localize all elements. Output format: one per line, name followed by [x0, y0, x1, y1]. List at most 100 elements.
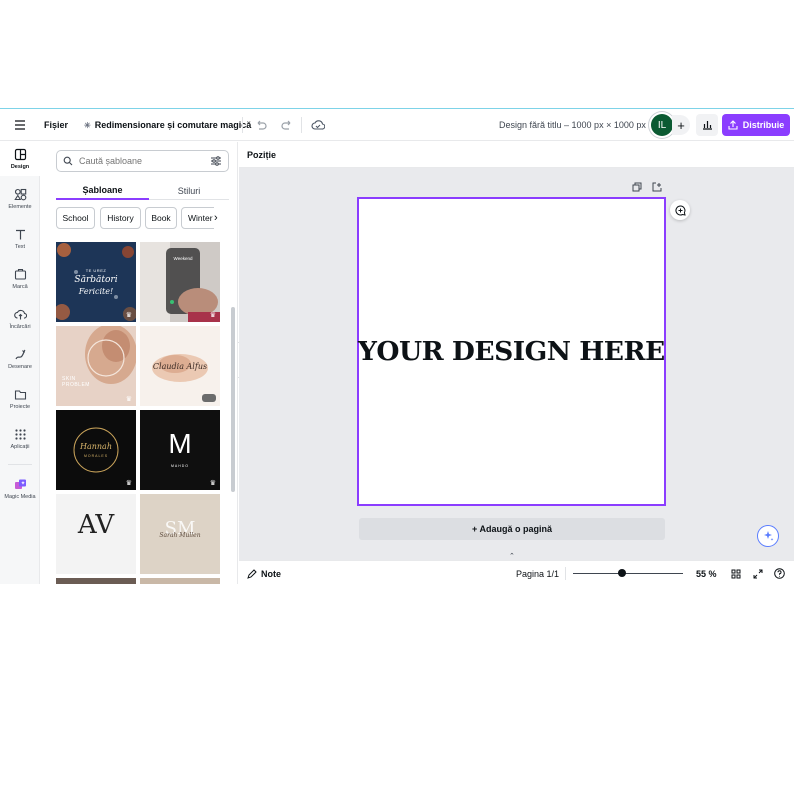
canvas-workspace: Poziție YOUR DESIGN HERE + Adaugă o pagi… [239, 142, 794, 584]
chevron-right-icon[interactable]: › [214, 207, 226, 229]
divider [242, 117, 243, 133]
zoom-level[interactable]: 55 % [696, 561, 717, 584]
search-input[interactable] [79, 156, 199, 166]
share-label: Distribuie [742, 120, 785, 130]
template-thumbnail[interactable]: SKIN PROBLEM ♛ [56, 326, 136, 406]
notes-label: Note [261, 568, 281, 579]
crown-icon: ♛ [125, 312, 132, 319]
add-page-button[interactable]: + Adaugă o pagină [359, 518, 665, 540]
template-thumbnail[interactable]: Hannah MORALES ♛ [56, 410, 136, 490]
filter-icon[interactable] [210, 155, 222, 167]
template-image [56, 578, 136, 584]
help-icon[interactable] [774, 561, 785, 584]
chip-book[interactable]: Book [145, 207, 177, 229]
crown-icon: ♛ [125, 396, 132, 403]
magic-resize-label: Redimensionare și comutare magică [94, 120, 252, 130]
rail-label: Marcă [12, 284, 28, 290]
rail-item-design[interactable]: Design [0, 142, 40, 176]
design-headline[interactable]: YOUR DESIGN HERE [358, 337, 665, 367]
template-thumbnail[interactable]: Weekend ♛ [140, 242, 220, 322]
templates-panel: Șabloane Stiluri School History Book Win… [40, 142, 238, 584]
template-thumbnail[interactable] [56, 578, 136, 584]
notes-button[interactable]: Note [247, 561, 281, 584]
template-text: Claudia Alfus [152, 362, 208, 371]
rail-label: Elemente [8, 204, 32, 210]
grid-view-icon[interactable] [731, 561, 741, 584]
tab-styles[interactable]: Stiluri [149, 182, 229, 200]
template-thumbnail[interactable]: M MAHDO ♛ [140, 410, 220, 490]
left-rail: Design Elemente Text Marcă Încărcări Des… [0, 142, 40, 584]
file-menu-button[interactable]: Fișier [44, 109, 68, 141]
sparkle-icon: ✳ [84, 120, 91, 130]
magic-media-icon [14, 479, 26, 489]
panel-scrollbar[interactable] [231, 307, 235, 492]
upload-icon [728, 120, 738, 130]
template-text: MAHDO [170, 464, 190, 468]
template-thumbnail[interactable]: Claudia Alfus [140, 326, 220, 406]
zoom-slider[interactable] [573, 573, 683, 574]
rail-item-apps[interactable]: Aplicații [0, 422, 40, 456]
template-text: AV [77, 510, 115, 540]
template-thumbnail[interactable]: SM Sarah Mullen [140, 494, 220, 574]
add-page-icon[interactable] [652, 182, 662, 195]
document-title[interactable]: Design fără titlu – 1000 px × 1000 px [499, 109, 646, 141]
template-text: Sarah Mullen [159, 532, 201, 539]
rail-item-text[interactable]: Text [0, 222, 40, 256]
rail-label: Aplicații [10, 444, 30, 450]
bottom-bar: Note Pagina 1/1 55 % [239, 560, 794, 584]
template-thumbnail[interactable]: AV [56, 494, 136, 574]
chip-school[interactable]: School [56, 207, 95, 229]
undo-icon[interactable] [254, 109, 268, 141]
menu-icon[interactable] [12, 109, 28, 141]
search-icon [63, 156, 73, 166]
rail-item-brand[interactable]: Marcă [0, 262, 40, 296]
share-button[interactable]: Distribuie [722, 114, 790, 136]
rail-label: Desenare [8, 364, 32, 370]
design-canvas[interactable]: YOUR DESIGN HERE [357, 197, 666, 506]
comment-icon[interactable] [670, 200, 690, 220]
template-text: Sărbători [74, 275, 118, 285]
elements-icon [13, 188, 26, 201]
cloud-icon[interactable] [310, 109, 326, 141]
zoom-slider-handle[interactable] [618, 569, 626, 577]
rail-item-uploads[interactable]: Încărcări [0, 302, 40, 336]
template-thumbnail[interactable] [140, 578, 220, 584]
rail-item-draw[interactable]: Desenare [0, 342, 40, 376]
chevron-up-icon[interactable]: ⌃ [509, 552, 515, 560]
crown-icon: ♛ [209, 312, 216, 319]
avatar[interactable]: IL [651, 114, 673, 136]
tab-templates[interactable]: Șabloane [56, 182, 149, 200]
template-text: TE UREZ [85, 268, 107, 273]
magic-assistant-icon[interactable] [757, 525, 779, 547]
rail-label: Design [10, 164, 30, 170]
search-field[interactable] [56, 150, 229, 172]
duplicate-page-icon[interactable] [632, 182, 642, 195]
fullscreen-icon[interactable] [753, 561, 763, 584]
position-button[interactable]: Poziție [239, 142, 794, 168]
template-text: Weekend [173, 256, 193, 261]
insights-icon[interactable] [696, 114, 718, 136]
draw-icon [14, 349, 25, 360]
template-image [56, 326, 136, 406]
notes-icon [247, 568, 257, 579]
template-text: Hannah [80, 442, 112, 451]
rail-label: Text [14, 244, 26, 250]
rail-label: Încărcări [9, 324, 31, 330]
chip-history[interactable]: History [100, 207, 141, 229]
rail-item-projects[interactable]: Proiecte [0, 382, 40, 416]
rail-divider [8, 464, 32, 465]
page-indicator[interactable]: Pagina 1/1 [516, 561, 559, 584]
plus-icon[interactable]: + [672, 115, 690, 135]
text-icon [15, 229, 25, 240]
template-text: PROBLEM [62, 382, 90, 388]
redo-icon[interactable] [280, 109, 294, 141]
rail-item-elements[interactable]: Elemente [0, 182, 40, 216]
rail-label: Magic Media [4, 494, 36, 500]
magic-resize-button[interactable]: ✳ Redimensionare și comutare magică [84, 109, 251, 141]
rail-item-magic-media[interactable]: Magic Media [0, 472, 40, 506]
template-text: M [168, 428, 192, 459]
crown-icon: ♛ [125, 480, 132, 487]
crown-icon: ♛ [209, 480, 216, 487]
template-thumbnail[interactable]: TE UREZ Sărbători Fericite! ♛ [56, 242, 136, 322]
template-image [140, 242, 220, 322]
